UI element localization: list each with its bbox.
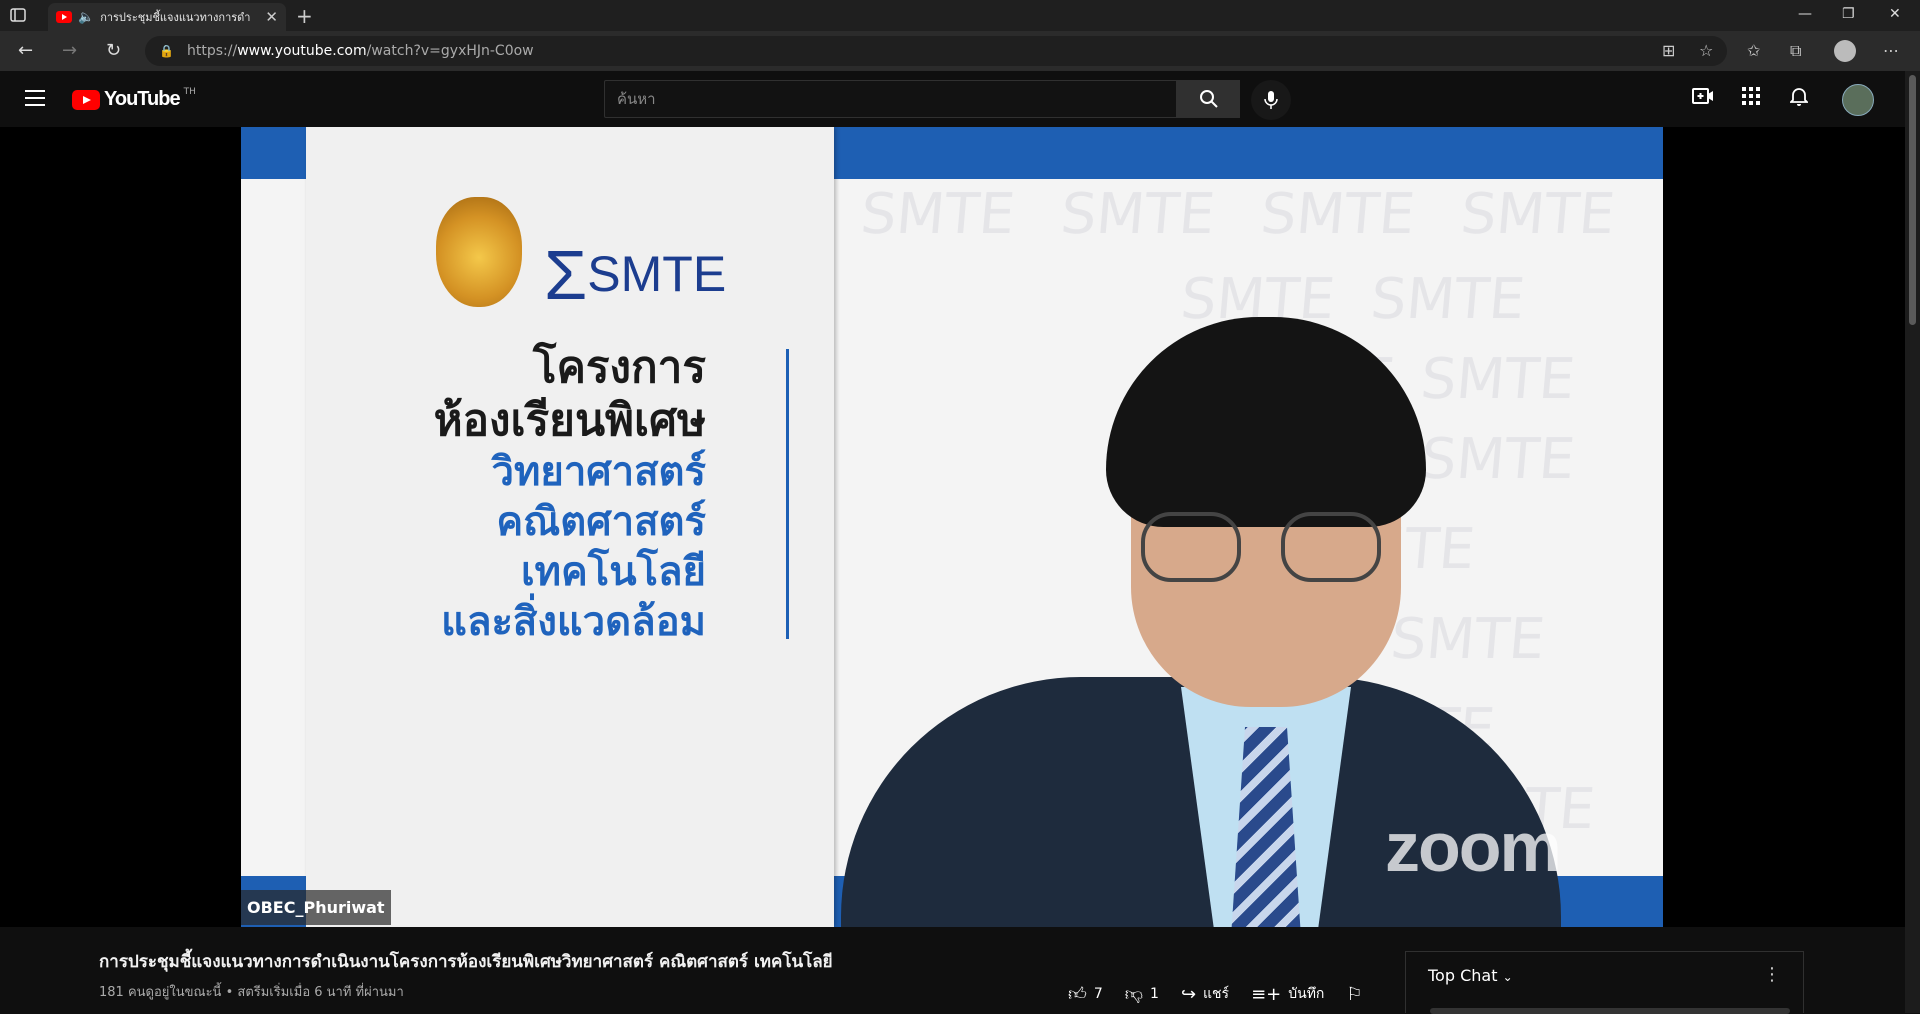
search-box: [604, 80, 1177, 118]
video-meta: 181 คนดูอยู่ในขณะนี้ • สตรีมเริ่มเมื่อ 6…: [99, 985, 404, 1000]
watermark: SMTE: [1458, 182, 1618, 247]
window-close-icon[interactable]: ✕: [1889, 6, 1901, 22]
watermark: SMTE: [858, 182, 1018, 247]
hair: [1106, 317, 1426, 527]
add-favorite-icon[interactable]: ☆: [1699, 41, 1713, 60]
flag-icon: ⚐: [1346, 983, 1363, 1005]
url-prefix: https://: [187, 43, 238, 59]
live-chat-panel: Top Chat ⌄ ⋮: [1405, 951, 1804, 1014]
glasses-left: [1141, 512, 1241, 582]
project-panel: ΣSMTE โครงการ ห้องเรียนพิเศษ วิทยาศาสตร์…: [306, 127, 834, 927]
notifications-bell-icon[interactable]: [1788, 87, 1810, 112]
favorites-icon[interactable]: ✩: [1747, 41, 1760, 60]
speaker-icon[interactable]: 🔈: [78, 10, 94, 25]
youtube-favicon-icon: [56, 11, 72, 23]
tab-title: การประชุมชี้แจงแนวทางการดำเนิ: [100, 11, 251, 24]
create-video-icon[interactable]: [1692, 87, 1714, 110]
watermark: SMTE: [1058, 182, 1218, 247]
youtube-logo[interactable]: YouTube TH: [72, 86, 196, 111]
reload-icon[interactable]: ↻: [106, 40, 121, 61]
search-button[interactable]: [1177, 80, 1240, 118]
dislike-button[interactable]: 👎︎ 1: [1125, 983, 1159, 1005]
like-count: 7: [1093, 986, 1103, 1002]
dislike-count: 1: [1150, 986, 1159, 1002]
save-button[interactable]: ≡+ บันทึก: [1251, 983, 1324, 1005]
glasses-right: [1281, 512, 1381, 582]
share-label: แชร์: [1203, 986, 1230, 1002]
browser-tab-active[interactable]: 🔈 การประชุมชี้แจงแนวทางการดำเนิ ✕: [48, 3, 286, 31]
thumbs-up-icon: 👍︎: [1068, 984, 1087, 1005]
tab-close-icon[interactable]: ✕: [265, 8, 278, 26]
minimize-icon[interactable]: —: [1798, 6, 1812, 22]
search-icon: [1199, 90, 1218, 108]
forward-arrow-icon[interactable]: →: [62, 40, 77, 61]
report-button[interactable]: ⚐: [1346, 984, 1362, 1005]
browser-profile-icon[interactable]: [1834, 40, 1856, 62]
share-button[interactable]: ↪ แชร์: [1181, 983, 1229, 1005]
panel-accent-line: [786, 349, 789, 639]
url-host: www.youtube.com: [237, 43, 367, 59]
chat-message-preview: [1430, 1008, 1790, 1014]
youtube-header: YouTube TH: [0, 71, 1920, 127]
menu-icon[interactable]: [25, 90, 45, 106]
like-button[interactable]: 👍︎ 7: [1068, 983, 1103, 1005]
browser-address-bar: ← → ↻ 🔒 https://www.youtube.com/watch?v=…: [0, 31, 1920, 71]
lock-icon: 🔒: [159, 44, 174, 58]
voice-search-button[interactable]: [1251, 80, 1291, 120]
youtube-logo-text: YouTube: [104, 88, 181, 110]
back-arrow-icon[interactable]: ←: [18, 40, 33, 61]
microphone-icon: [1264, 91, 1278, 109]
collections-icon[interactable]: ⧉: [1790, 41, 1801, 61]
account-avatar[interactable]: [1842, 84, 1874, 116]
smte-logo-text: SMTE: [587, 246, 727, 302]
video-title: การประชุมชี้แจงแนวทางการดำเนินงานโครงการ…: [99, 952, 833, 972]
zoom-watermark: zoom: [1385, 808, 1562, 886]
search-input[interactable]: [617, 90, 1176, 108]
youtube-play-icon: [72, 89, 100, 110]
chevron-down-icon: ⌄: [1502, 970, 1513, 984]
browser-menu-icon[interactable]: ⋯: [1883, 41, 1899, 60]
panel-subtitle-line-4: และสิ่งแวดล้อม: [441, 599, 706, 645]
playlist-add-icon: ≡+: [1251, 983, 1282, 1005]
tab-actions-icon[interactable]: [10, 7, 38, 25]
speaker-name-badge: OBEC_Phuriwat: [241, 890, 391, 925]
url-path: /watch?v=gyxHJn-C0ow: [366, 43, 534, 59]
obec-seal-icon: [436, 197, 522, 307]
watermark: SMTE: [1258, 182, 1418, 247]
new-tab-icon[interactable]: +: [296, 4, 313, 28]
apps-grid-icon[interactable]: [1742, 87, 1760, 110]
app-available-icon[interactable]: ⊞: [1662, 41, 1675, 60]
url-field[interactable]: 🔒 https://www.youtube.com/watch?v=gyxHJn…: [145, 36, 1727, 66]
video-actions: 👍︎ 7 👎︎ 1 ↪ แชร์ ≡+ บันทึก ⚐: [1068, 983, 1363, 1006]
page-scrollbar[interactable]: [1905, 71, 1920, 1013]
video-frame[interactable]: SMTE SMTE SMTE SMTE SMTE SMTE SMTE SMTE …: [241, 127, 1663, 927]
smte-logo: ΣSMTE: [544, 236, 727, 314]
thumbs-down-icon: 👎︎: [1124, 984, 1144, 1005]
share-arrow-icon: ↪: [1180, 983, 1197, 1005]
scrollbar-thumb[interactable]: [1909, 75, 1916, 325]
browser-tab-bar: 🔈 การประชุมชี้แจงแนวทางการดำเนิ ✕ + — ❐ …: [0, 0, 1920, 31]
video-player[interactable]: SMTE SMTE SMTE SMTE SMTE SMTE SMTE SMTE …: [0, 127, 1905, 927]
save-label: บันทึก: [1288, 986, 1325, 1002]
chat-mode-dropdown[interactable]: Top Chat ⌄: [1428, 966, 1513, 985]
restore-icon[interactable]: ❐: [1842, 6, 1855, 22]
chat-mode-label: Top Chat: [1428, 966, 1498, 985]
more-options-icon[interactable]: ⋮: [1763, 964, 1781, 985]
region-code: TH: [183, 86, 196, 97]
